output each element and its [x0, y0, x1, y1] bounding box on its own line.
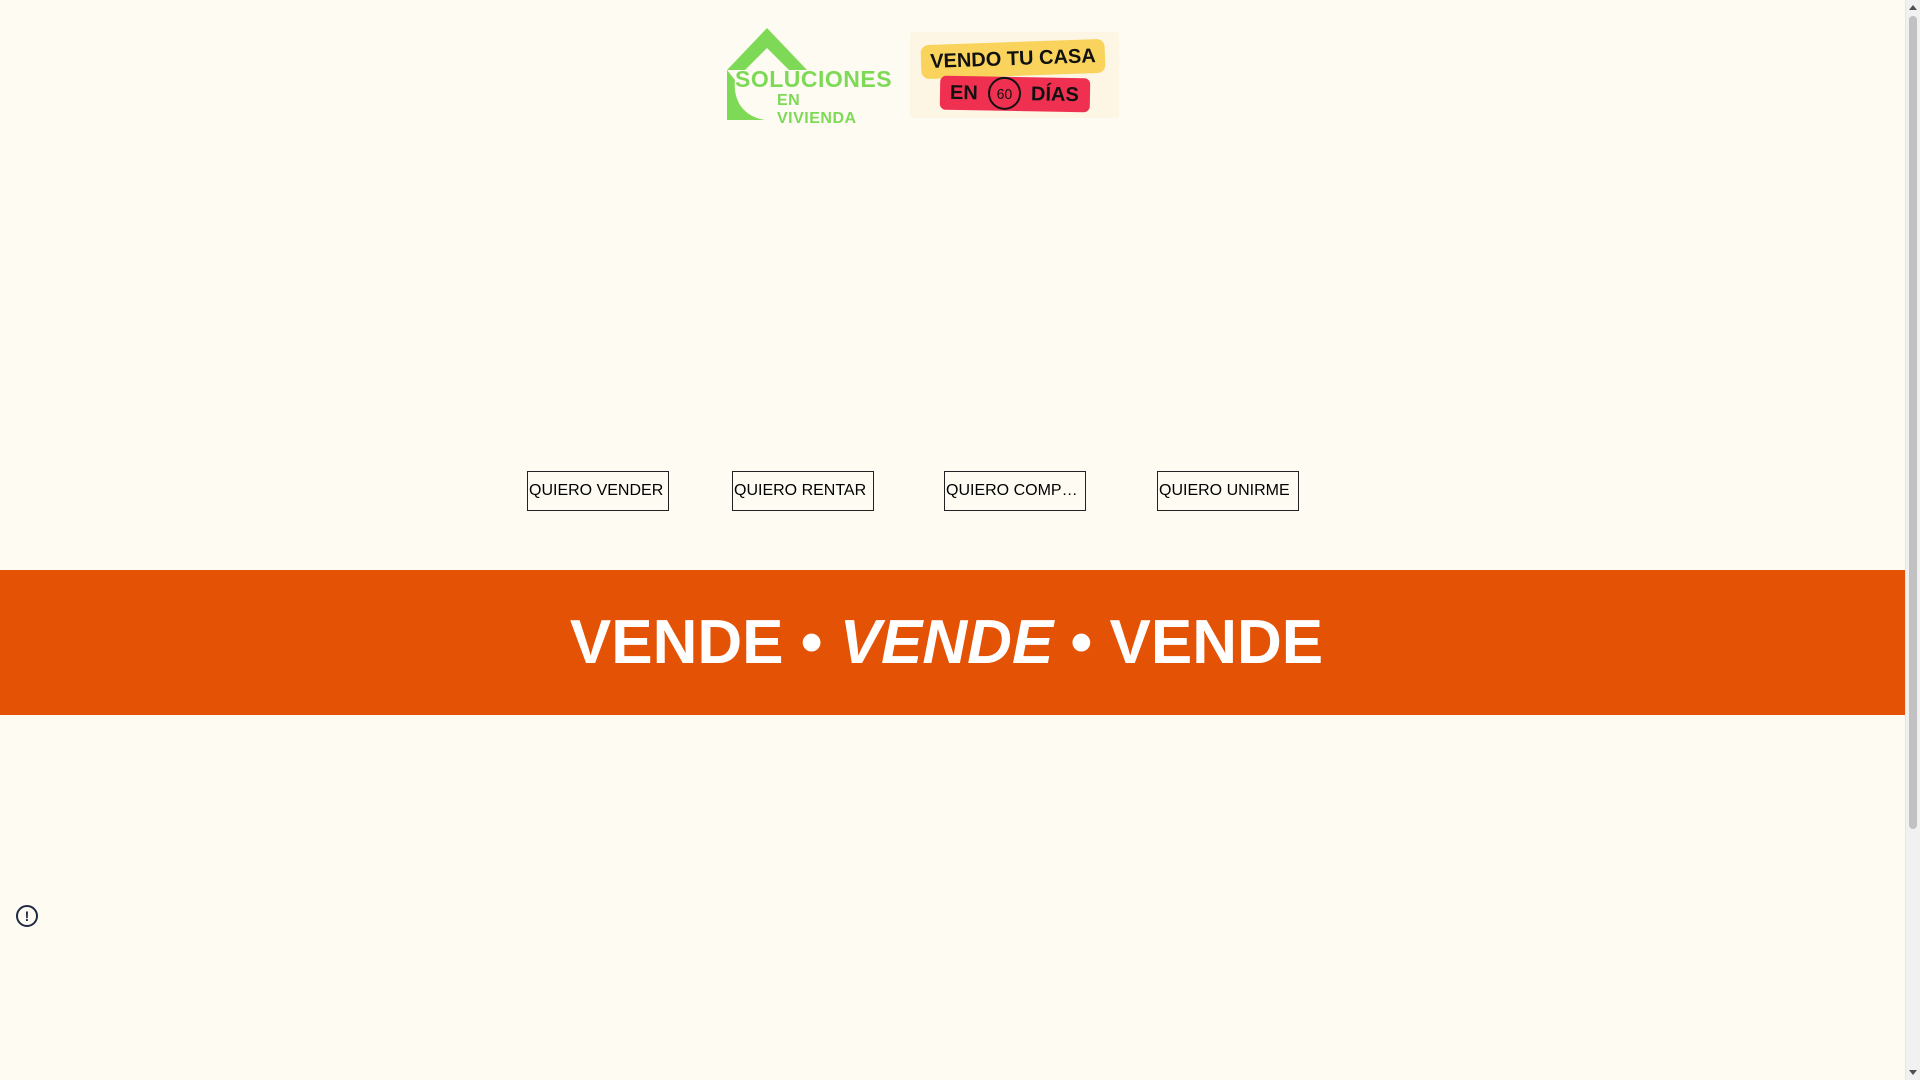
info-icon[interactable]: ! — [16, 905, 38, 927]
page: SOLUCIONES EN VIVIENDA VENDO TU CASA EN … — [0, 0, 1920, 1080]
badge-headline: VENDO TU CASA — [920, 38, 1106, 80]
quiero-vender-button[interactable]: QUIERO VENDER — [527, 471, 669, 511]
logo-text-soluciones: SOLUCIONES — [735, 66, 893, 92]
vertical-scrollbar[interactable] — [1905, 0, 1920, 1080]
banner-word-1: VENDE — [569, 608, 784, 677]
logo[interactable]: SOLUCIONES EN VIVIENDA — [727, 28, 892, 127]
banner-word-2: VENDE — [839, 608, 1054, 677]
badge-dias: DÍAS — [1030, 83, 1079, 107]
scrollbar-thumb[interactable] — [1909, 16, 1917, 829]
quiero-comprar-button[interactable]: QUIERO COMPRAR — [944, 471, 1086, 511]
quiero-unirme-button[interactable]: QUIERO UNIRME — [1157, 471, 1299, 511]
vende-banner: VENDE • VENDE • VENDE — [0, 570, 1905, 715]
banner-word-3: VENDE — [1109, 608, 1324, 677]
banner-text: VENDE • VENDE • VENDE — [570, 607, 1323, 678]
logo-text-en-vivienda: EN VIVIENDA — [777, 92, 857, 127]
badge-days-number: 60 — [987, 76, 1022, 111]
banner-separator-2: • — [1070, 608, 1093, 677]
quiero-rentar-button[interactable]: QUIERO RENTAR — [732, 471, 874, 511]
badge-en: EN — [949, 81, 978, 105]
scroll-up-arrow-icon[interactable] — [1906, 0, 1920, 14]
badge-strip: EN 60 DÍAS — [939, 75, 1091, 113]
vendo-tu-casa-badge[interactable]: VENDO TU CASA EN 60 DÍAS — [910, 32, 1119, 118]
scroll-down-arrow-icon[interactable] — [1906, 1066, 1920, 1080]
banner-separator-1: • — [800, 608, 823, 677]
